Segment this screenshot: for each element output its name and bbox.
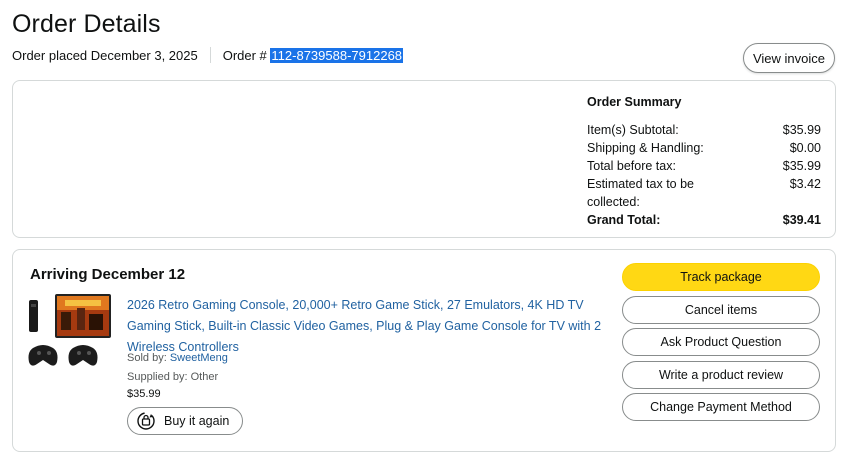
order-number-label: Order # [222,47,267,63]
summary-value: $35.99 [782,159,821,173]
summary-label: Item(s) Subtotal: [587,123,679,137]
order-summary-title: Order Summary [587,95,682,109]
buy-again-icon [137,412,155,430]
divider [209,47,211,63]
summary-value: $35.99 [782,123,821,137]
grand-total-value: $39.41 [782,213,821,227]
item-price: $35.99 [127,388,161,400]
summary-row-tax: Estimated tax to be collected: $3.42 [587,175,821,211]
order-details-page: Order Details Order placed December 3, 2… [0,0,859,471]
summary-label: Total before tax: [587,159,676,173]
sold-by: Sold by: SweetMeng [127,352,228,364]
change-payment-button[interactable]: Change Payment Method [622,393,820,421]
product-title-link[interactable]: 2026 Retro Gaming Console, 20,000+ Retro… [127,295,607,358]
seller-link[interactable]: SweetMeng [170,352,228,364]
ask-product-question-button[interactable]: Ask Product Question [622,328,820,356]
buy-again-label: Buy it again [164,414,230,428]
product-image[interactable] [27,294,121,376]
summary-label: Estimated tax to be collected: [587,177,695,209]
summary-label: Shipping & Handling: [587,141,704,155]
summary-row-subtotal: Item(s) Subtotal: $35.99 [587,121,821,139]
grand-total-label: Grand Total: [587,213,661,227]
track-package-button[interactable]: Track package [622,263,820,291]
write-review-button[interactable]: Write a product review [622,361,820,389]
order-placed-date: Order placed December 3, 2025 [12,47,198,63]
summary-row-before-tax: Total before tax: $35.99 [587,157,821,175]
cancel-items-button[interactable]: Cancel items [622,296,820,324]
view-invoice-button[interactable]: View invoice [743,43,835,73]
summary-row-grand-total: Grand Total: $39.41 [587,211,821,229]
order-summary: Order Summary Item(s) Subtotal: $35.99 S… [587,93,821,229]
arrival-status: Arriving December 12 [30,266,186,283]
summary-row-shipping: Shipping & Handling: $0.00 [587,139,821,157]
blurred-address-payment-area [23,87,443,227]
summary-value: $0.00 [789,141,821,155]
order-summary-card: Order Summary Item(s) Subtotal: $35.99 S… [12,80,836,238]
shipment-card: Arriving December 12 2026 Retro Gaming C… [12,249,836,452]
sold-by-label: Sold by: [127,352,170,364]
buy-again-button[interactable]: Buy it again [127,407,243,435]
page-title: Order Details [12,10,161,38]
supplied-by: Supplied by: Other [127,371,219,383]
order-meta: Order placed December 3, 2025 Order # 11… [12,47,404,63]
order-number[interactable]: 112-8739588-7912268 [270,47,404,63]
summary-value: $3.42 [789,177,821,191]
